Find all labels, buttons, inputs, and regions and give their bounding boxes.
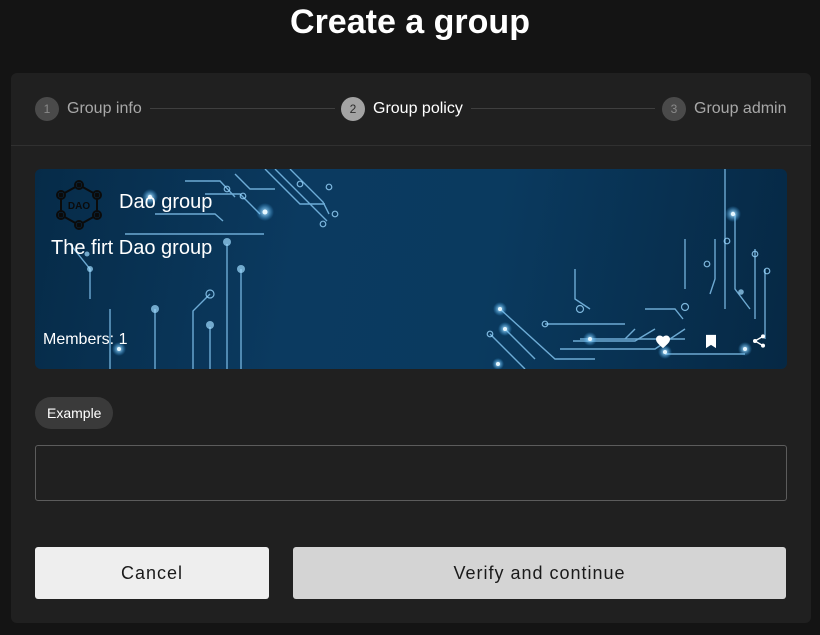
step-label: Group policy: [373, 100, 463, 117]
step-group-admin[interactable]: 3 Group admin: [662, 97, 787, 121]
step-group-policy[interactable]: 2 Group policy: [341, 97, 463, 121]
group-logo: DAO: [55, 179, 103, 231]
members-count: Members: 1: [43, 331, 128, 348]
stepper: 1 Group info 2 Group policy 3 Group admi…: [11, 73, 811, 146]
step-number: 3: [662, 97, 686, 121]
group-policy-input[interactable]: [35, 445, 787, 501]
group-name: Dao group: [119, 191, 213, 213]
step-label: Group info: [67, 100, 142, 117]
step-number: 1: [35, 97, 59, 121]
step-connector: [471, 108, 655, 109]
verify-continue-button[interactable]: Verify and continue: [293, 547, 786, 599]
step-number: 2: [341, 97, 365, 121]
bookmark-icon[interactable]: [702, 332, 720, 350]
dao-logo-icon: DAO: [56, 180, 102, 230]
cancel-button[interactable]: Cancel: [35, 547, 269, 599]
step-group-info[interactable]: 1 Group info: [35, 97, 142, 121]
page-title: Create a group: [290, 3, 530, 41]
logo-text: DAO: [68, 201, 90, 212]
create-group-panel: 1 Group info 2 Group policy 3 Group admi…: [11, 73, 811, 623]
step-label: Group admin: [694, 100, 787, 117]
heart-icon[interactable]: [654, 332, 672, 350]
group-card[interactable]: DAO Dao group The firt Dao group Members…: [35, 169, 787, 369]
step-connector: [150, 108, 335, 109]
share-icon[interactable]: [750, 332, 768, 350]
group-description: The firt Dao group: [51, 237, 213, 259]
example-chip[interactable]: Example: [35, 397, 114, 429]
